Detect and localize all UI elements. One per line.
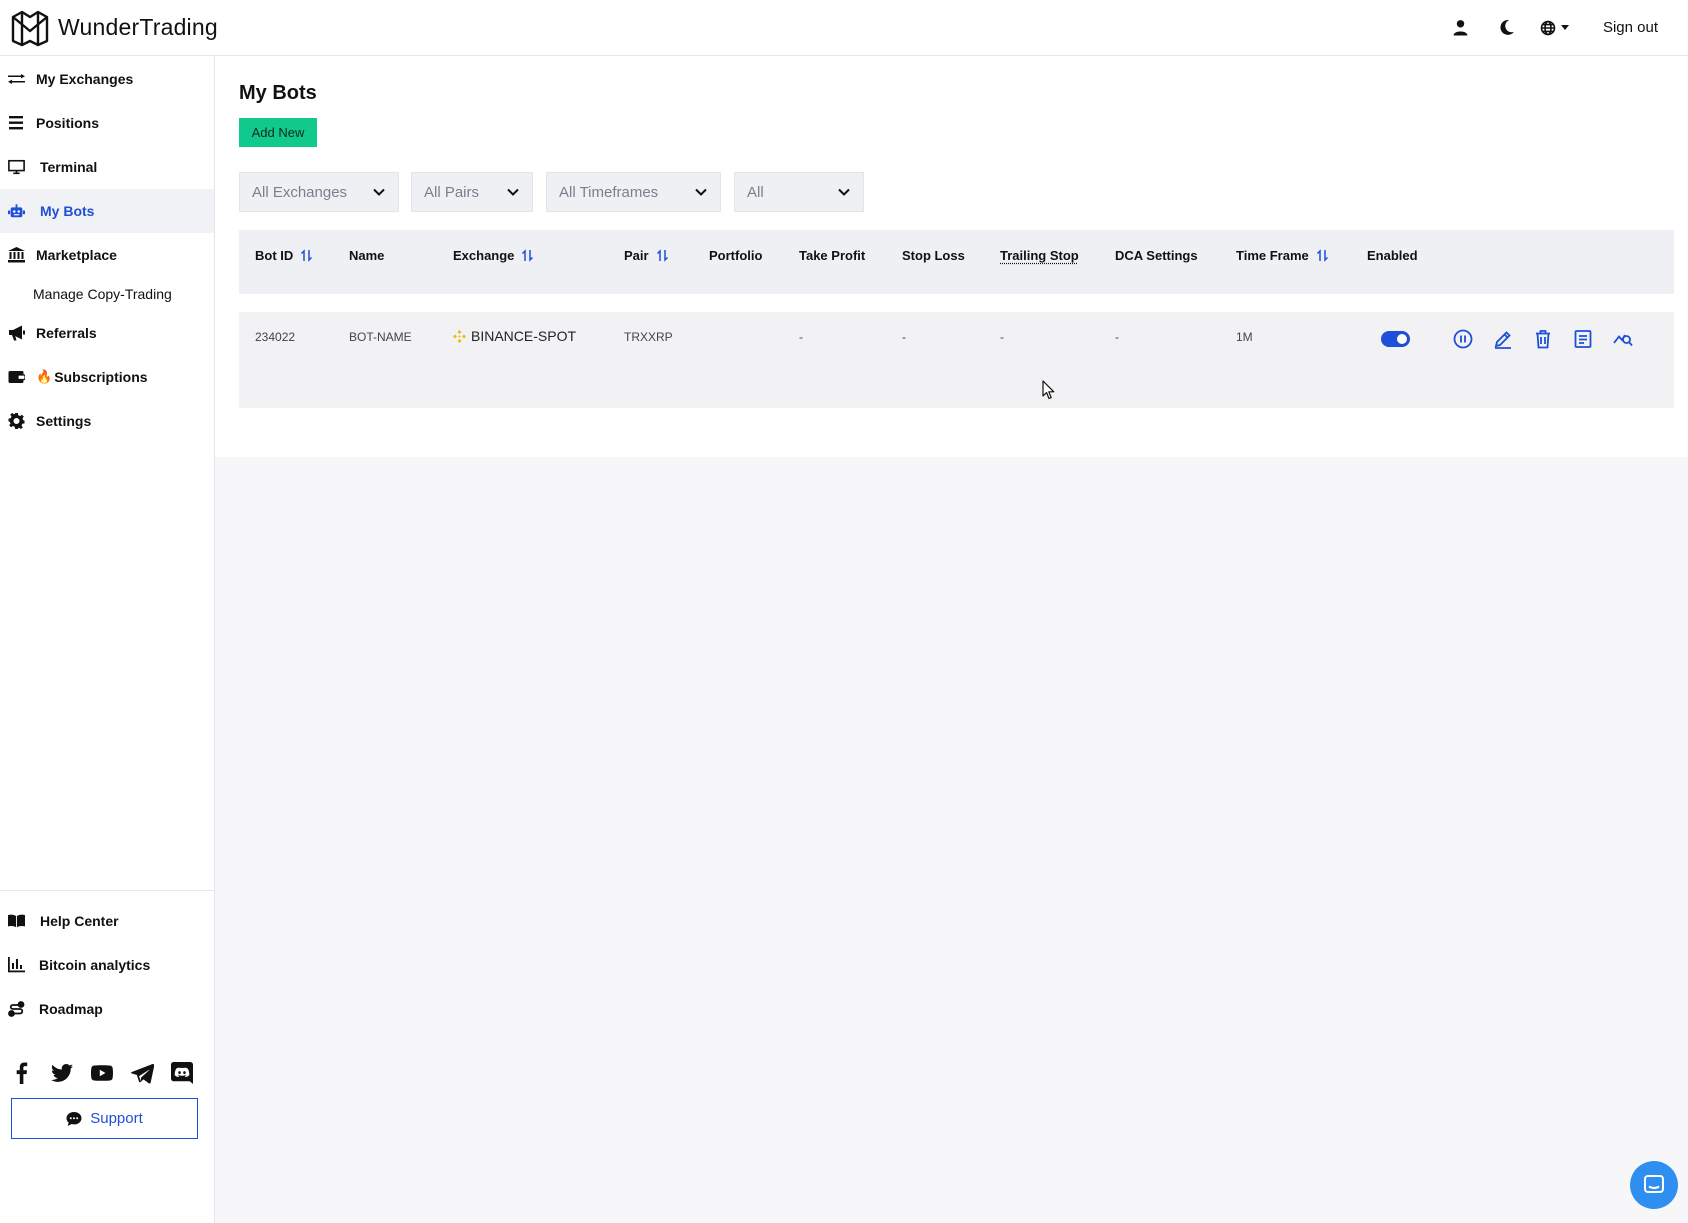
sidebar-item-bitcoin-analytics[interactable]: Bitcoin analytics — [0, 943, 214, 987]
wundertrading-logo-icon — [11, 10, 49, 46]
youtube-icon[interactable] — [90, 1061, 114, 1085]
sidebar-item-terminal[interactable]: Terminal — [0, 145, 214, 189]
robot-icon — [6, 203, 26, 219]
col-pair[interactable]: Pair — [624, 248, 669, 263]
col-stop-loss: Stop Loss — [902, 248, 965, 263]
telegram-icon[interactable] — [130, 1061, 154, 1085]
cell-name: BOT-NAME — [349, 330, 412, 344]
facebook-icon[interactable] — [10, 1061, 34, 1085]
enabled-toggle[interactable] — [1381, 331, 1410, 347]
moon-icon[interactable] — [1494, 15, 1520, 41]
brand-logo[interactable]: WunderTrading — [10, 9, 218, 47]
bar-chart-icon — [6, 957, 26, 973]
sidebar-item-roadmap[interactable]: Roadmap — [0, 987, 214, 1031]
cell-take-profit: - — [799, 330, 803, 344]
sidebar-item-subscriptions[interactable]: 🔥 Subscriptions — [0, 355, 214, 399]
monitor-icon — [6, 159, 26, 175]
gear-icon — [6, 413, 26, 429]
document-icon[interactable] — [1572, 328, 1594, 350]
chevron-down-icon — [838, 188, 850, 196]
cell-exchange: BINANCE-SPOT — [453, 328, 576, 344]
edit-icon[interactable] — [1492, 328, 1514, 350]
discord-icon[interactable] — [170, 1061, 194, 1085]
sort-icon — [656, 249, 668, 262]
col-name: Name — [349, 248, 385, 263]
col-trailing-stop[interactable]: Trailing Stop — [1000, 248, 1079, 263]
pair-filter[interactable]: All Pairs — [411, 172, 533, 212]
sidebar-item-referrals[interactable]: Referrals — [0, 311, 214, 355]
exchange-filter[interactable]: All Exchanges — [239, 172, 399, 212]
brand-name: WunderTrading — [58, 14, 218, 40]
sidebar-item-manage-copy-trading[interactable]: Manage Copy-Trading — [0, 277, 214, 311]
caret-down-icon — [1560, 25, 1569, 30]
sidebar: My Exchanges Positions Terminal My Bots … — [0, 56, 215, 1223]
chevron-down-icon — [373, 188, 385, 196]
support-button[interactable]: Support — [11, 1098, 198, 1139]
col-exchange[interactable]: Exchange — [453, 248, 534, 263]
sort-icon — [522, 249, 534, 262]
header-actions: Sign out — [1428, 0, 1688, 56]
chat-bubble-icon — [1644, 1175, 1664, 1193]
cell-pair: TRXXRP — [624, 330, 673, 344]
sign-out-link[interactable]: Sign out — [1603, 19, 1658, 36]
twitter-icon[interactable] — [50, 1061, 74, 1085]
book-icon — [6, 913, 26, 929]
cell-time-frame: 1M — [1236, 330, 1253, 344]
trash-icon[interactable] — [1532, 328, 1554, 350]
mouse-cursor-icon — [1042, 380, 1055, 400]
col-time-frame[interactable]: Time Frame — [1236, 248, 1329, 263]
col-portfolio: Portfolio — [709, 248, 763, 263]
top-header: WunderTrading Sign out — [0, 0, 1688, 56]
user-icon[interactable] — [1448, 15, 1474, 41]
chevron-down-icon — [507, 188, 519, 196]
col-dca-settings: DCA Settings — [1115, 248, 1198, 263]
chat-widget-button[interactable] — [1630, 1161, 1678, 1209]
cell-dca-settings: - — [1115, 330, 1119, 344]
main-content: My Bots Add New All Exchanges All Pairs … — [215, 56, 1688, 457]
sort-icon — [1316, 249, 1328, 262]
wallet-icon — [6, 369, 26, 385]
chat-icon — [66, 1111, 82, 1126]
bots-table: Bot ID Name Exchange Pair Portfolio Take… — [239, 230, 1674, 408]
sidebar-item-marketplace[interactable]: Marketplace — [0, 233, 214, 277]
language-selector[interactable] — [1540, 20, 1569, 36]
chart-search-icon[interactable] — [1612, 328, 1634, 350]
bank-icon — [6, 247, 26, 263]
pause-icon[interactable] — [1452, 328, 1474, 350]
cell-stop-loss: - — [902, 330, 906, 344]
fire-icon: 🔥 — [36, 369, 53, 384]
swap-arrows-icon — [6, 71, 26, 87]
col-take-profit: Take Profit — [799, 248, 866, 263]
binance-icon — [453, 329, 466, 343]
col-bot-id[interactable]: Bot ID — [255, 248, 313, 263]
roadmap-icon — [6, 1001, 26, 1017]
sidebar-item-my-bots[interactable]: My Bots — [0, 189, 214, 233]
sidebar-item-positions[interactable]: Positions — [0, 101, 214, 145]
table-row: 234022 BOT-NAME BINANCE-SPOT TRXXRP - - … — [239, 312, 1674, 408]
status-filter[interactable]: All — [734, 172, 864, 212]
globe-icon — [1540, 20, 1556, 35]
sort-icon — [301, 249, 313, 262]
cell-bot-id: 234022 — [255, 330, 296, 344]
sidebar-item-my-exchanges[interactable]: My Exchanges — [0, 57, 214, 101]
chevron-down-icon — [695, 188, 707, 196]
list-icon — [6, 115, 26, 131]
cell-trailing-stop: - — [1000, 330, 1004, 344]
sidebar-item-settings[interactable]: Settings — [0, 399, 214, 443]
table-header: Bot ID Name Exchange Pair Portfolio Take… — [239, 230, 1674, 294]
sidebar-item-help-center[interactable]: Help Center — [0, 899, 214, 943]
page-title: My Bots — [239, 82, 317, 104]
timeframe-filter[interactable]: All Timeframes — [546, 172, 721, 212]
megaphone-icon — [6, 325, 26, 341]
col-enabled: Enabled — [1367, 248, 1418, 263]
add-new-button[interactable]: Add New — [239, 118, 317, 147]
